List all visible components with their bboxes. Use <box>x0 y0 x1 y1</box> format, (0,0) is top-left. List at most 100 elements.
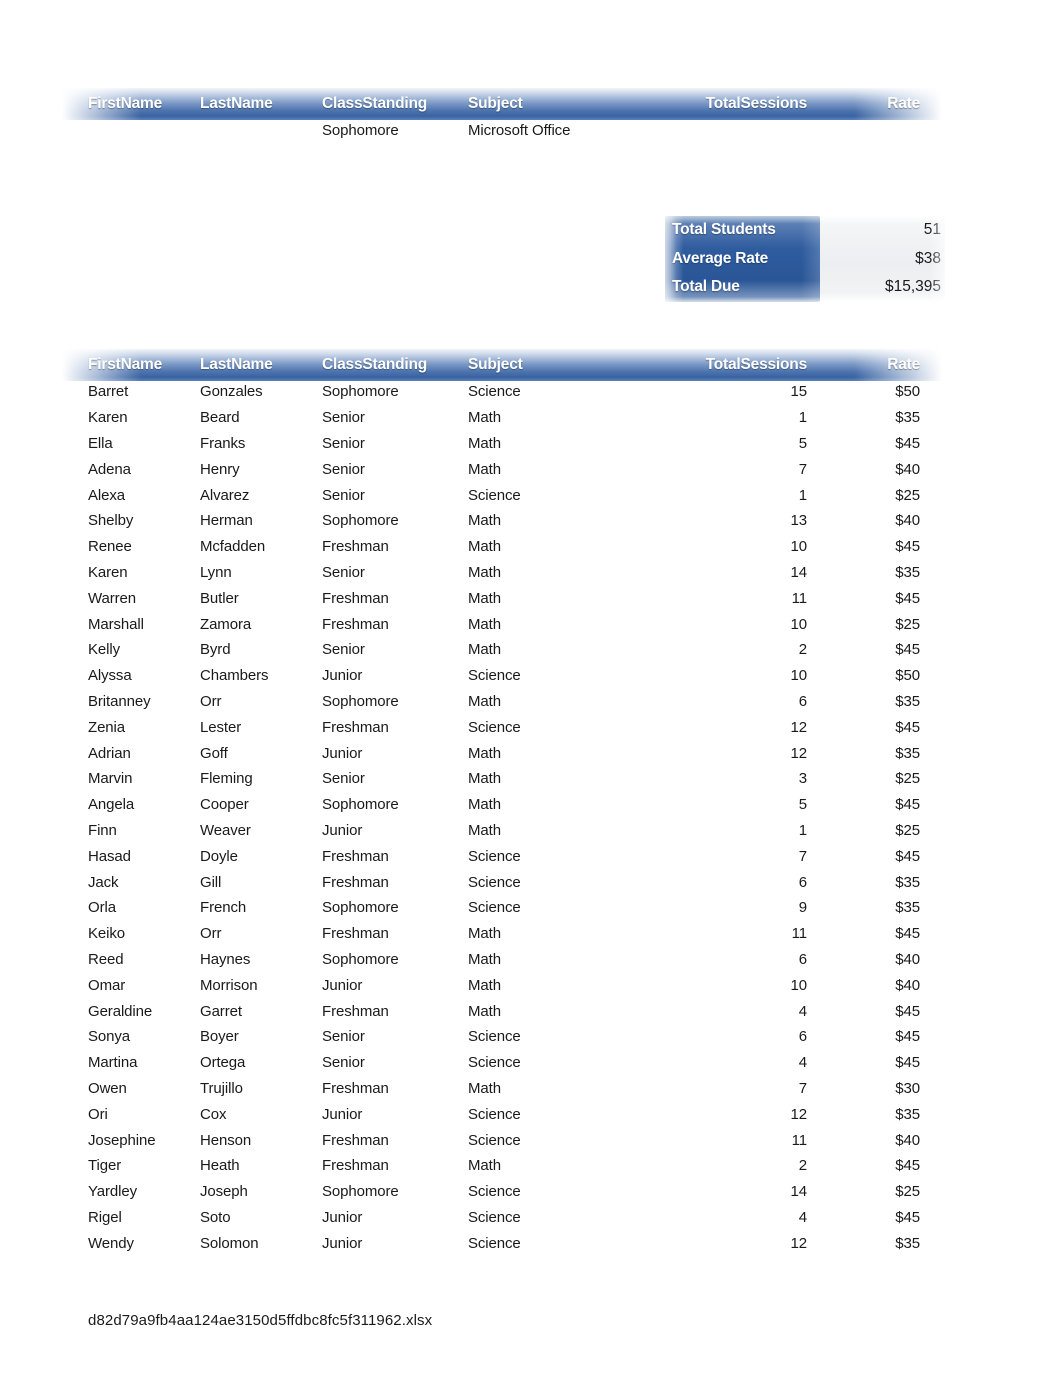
main-table-header-labels: FirstName LastName ClassStanding Subject… <box>80 349 922 381</box>
cell-totalsessions: 7 <box>798 847 807 865</box>
cell-subject: Math <box>468 950 501 968</box>
column-header-lastname[interactable]: LastName <box>200 356 322 374</box>
cell-lastname: Goff <box>200 744 228 762</box>
table-row[interactable]: Britanney Orr Sophomore Math 6 $35 <box>80 689 922 715</box>
table-row[interactable]: Josephine Henson Freshman Science 11 $40 <box>80 1127 922 1153</box>
cell-totalsessions: 5 <box>798 434 807 452</box>
table-row[interactable]: Martina Ortega Senior Science 4 $45 <box>80 1050 922 1076</box>
column-header-firstname[interactable]: FirstName <box>80 95 200 113</box>
table-row[interactable]: Shelby Herman Sophomore Math 13 $40 <box>80 508 922 534</box>
cell-totalsessions: 10 <box>790 667 808 685</box>
table-row[interactable]: Sonya Boyer Senior Science 6 $45 <box>80 1024 922 1050</box>
table-row[interactable]: Alyssa Chambers Junior Science 10 $50 <box>80 663 922 689</box>
cell-classstanding: Senior <box>322 1054 365 1072</box>
table-row[interactable]: Angela Cooper Sophomore Math 5 $45 <box>80 792 922 818</box>
table-row[interactable]: Ella Franks Senior Math 5 $45 <box>80 431 922 457</box>
cell-firstname: Finn <box>88 821 117 839</box>
cell-classstanding: Freshman <box>322 1002 389 1020</box>
table-row[interactable]: Renee Mcfadden Freshman Math 10 $45 <box>80 534 922 560</box>
table-row[interactable]: Wendy Solomon Junior Science 12 $35 <box>80 1230 922 1256</box>
table-row[interactable]: Finn Weaver Junior Math 1 $25 <box>80 818 922 844</box>
cell-lastname: Butler <box>200 589 239 607</box>
table-row[interactable]: Rigel Soto Junior Science 4 $45 <box>80 1205 922 1231</box>
column-header-totalsessions[interactable]: TotalSessions <box>664 356 808 374</box>
cell-lastname: Byrd <box>200 641 231 659</box>
cell-classstanding: Freshman <box>322 1157 389 1175</box>
column-header-totalsessions[interactable]: TotalSessions <box>664 95 808 113</box>
column-header-classstanding[interactable]: ClassStanding <box>322 95 468 113</box>
cell-subject: Math <box>468 821 501 839</box>
cell-classstanding: Freshman <box>322 538 389 556</box>
table-row[interactable]: Zenia Lester Freshman Science 12 $45 <box>80 714 922 740</box>
cell-rate: $45 <box>895 718 920 736</box>
cell-totalsessions: 1 <box>798 821 807 839</box>
cell-rate: $40 <box>895 460 920 478</box>
cell-classstanding: Junior <box>322 667 363 685</box>
cell-firstname: Orla <box>88 899 116 917</box>
cell-classstanding: Sophomore <box>322 950 399 968</box>
cell-firstname: Sonya <box>88 1028 131 1046</box>
cell-rate: $25 <box>895 821 920 839</box>
cell-totalsessions: 11 <box>791 1131 807 1149</box>
table-row[interactable]: Omar Morrison Junior Math 10 $40 <box>80 972 922 998</box>
table-row[interactable]: Karen Lynn Senior Math 14 $35 <box>80 560 922 586</box>
cell-lastname: Zamora <box>200 615 252 633</box>
top-table-header-labels: FirstName LastName ClassStanding Subject… <box>80 88 922 120</box>
table-row[interactable]: Ori Cox Junior Science 12 $35 <box>80 1101 922 1127</box>
table-row[interactable]: Adena Henry Senior Math 7 $40 <box>80 456 922 482</box>
cell-lastname: Cox <box>200 1105 227 1123</box>
cell-firstname: Tiger <box>88 1157 122 1175</box>
cell-subject: Math <box>468 563 501 581</box>
cell-lastname: French <box>200 899 247 917</box>
summary-label-total-due: Total Due <box>672 278 740 295</box>
summary-value-total-due: $15,395 <box>884 278 941 295</box>
cell-lastname: Joseph <box>200 1183 248 1201</box>
cell-subject: Math <box>468 744 501 762</box>
table-row[interactable]: Reed Haynes Sophomore Math 6 $40 <box>80 947 922 973</box>
cell-classstanding: Junior <box>322 976 363 994</box>
column-header-lastname[interactable]: LastName <box>200 95 322 113</box>
document-filename: d82d79a9fb4aa124ae3150d5ffdbc8fc5f311962… <box>88 1312 433 1329</box>
cell-subject: Science <box>468 1183 521 1201</box>
cell-rate: $35 <box>895 563 920 581</box>
table-row[interactable]: Orla French Sophomore Science 9 $35 <box>80 895 922 921</box>
cell-firstname: Warren <box>88 589 137 607</box>
table-row[interactable]: Jack Gill Freshman Science 6 $35 <box>80 869 922 895</box>
cell-totalsessions: 7 <box>798 460 807 478</box>
cell-classstanding: Sophomore <box>322 512 399 530</box>
column-header-subject[interactable]: Subject <box>468 356 664 374</box>
table-row[interactable]: Geraldine Garret Freshman Math 4 $45 <box>80 998 922 1024</box>
table-row[interactable]: Kelly Byrd Senior Math 2 $45 <box>80 637 922 663</box>
table-row[interactable]: Warren Butler Freshman Math 11 $45 <box>80 585 922 611</box>
cell-lastname: Chambers <box>200 667 269 685</box>
table-row[interactable]: Owen Trujillo Freshman Math 7 $30 <box>80 1076 922 1102</box>
table-row[interactable]: Keiko Orr Freshman Math 11 $45 <box>80 921 922 947</box>
table-row[interactable]: Karen Beard Senior Math 1 $35 <box>80 405 922 431</box>
cell-firstname: Ori <box>88 1105 108 1123</box>
cell-subject: Science <box>468 486 521 504</box>
column-header-rate[interactable]: Rate <box>807 95 922 113</box>
cell-firstname: Keiko <box>88 925 126 943</box>
table-row[interactable]: Adrian Goff Junior Math 12 $35 <box>80 740 922 766</box>
cell-firstname: Josephine <box>88 1131 156 1149</box>
table-row[interactable]: Barret Gonzales Sophomore Science 15 $50 <box>80 379 922 405</box>
cell-firstname: Wendy <box>88 1234 134 1252</box>
cell-classstanding: Junior <box>322 1234 363 1252</box>
cell-rate: $25 <box>895 1183 920 1201</box>
table-row[interactable]: Marvin Fleming Senior Math 3 $25 <box>80 766 922 792</box>
cell-subject: Math <box>468 925 501 943</box>
column-header-rate[interactable]: Rate <box>807 356 922 374</box>
cell-totalsessions: 10 <box>790 976 808 994</box>
table-row[interactable]: Yardley Joseph Sophomore Science 14 $25 <box>80 1179 922 1205</box>
column-header-firstname[interactable]: FirstName <box>80 356 200 374</box>
table-row[interactable]: Alexa Alvarez Senior Science 1 $25 <box>80 482 922 508</box>
table-row[interactable]: Sophomore Microsoft Office <box>80 117 922 143</box>
table-row[interactable]: Hasad Doyle Freshman Science 7 $45 <box>80 843 922 869</box>
column-header-classstanding[interactable]: ClassStanding <box>322 356 468 374</box>
table-row[interactable]: Tiger Heath Freshman Math 2 $45 <box>80 1153 922 1179</box>
table-row[interactable]: Marshall Zamora Freshman Math 10 $25 <box>80 611 922 637</box>
column-header-subject[interactable]: Subject <box>468 95 664 113</box>
cell-totalsessions: 2 <box>798 641 807 659</box>
cell-subject: Science <box>468 667 521 685</box>
cell-rate: $50 <box>895 383 920 401</box>
